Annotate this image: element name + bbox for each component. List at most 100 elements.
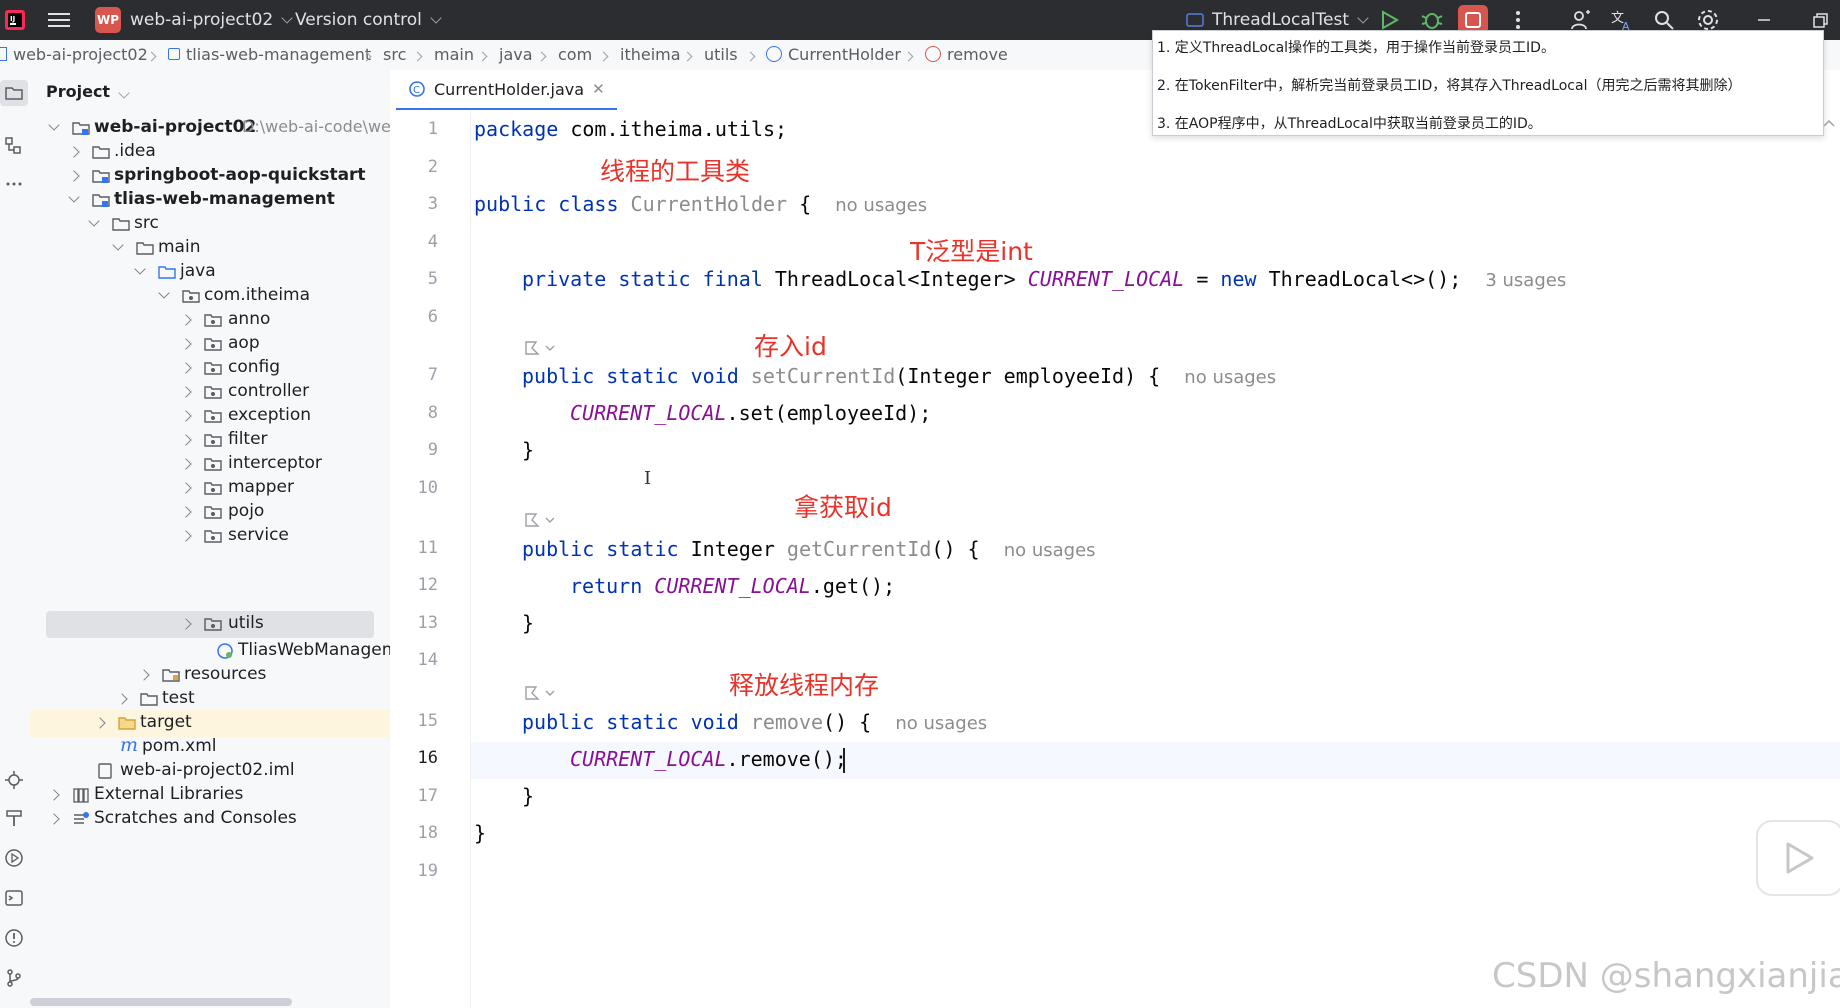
search-icon[interactable]	[1652, 8, 1676, 32]
breadcrumb-item-java[interactable]: java	[499, 45, 533, 64]
tree-item-controller[interactable]: controller	[30, 379, 390, 406]
breadcrumb-item-main[interactable]: main	[434, 45, 474, 64]
settings-gear-icon[interactable]	[1696, 8, 1720, 32]
horizontal-scrollbar[interactable]	[30, 998, 292, 1006]
tree-item-pom-xml[interactable]: m pom.xml	[30, 734, 390, 761]
expand-arrow-icon[interactable]	[180, 314, 192, 326]
expand-arrow-icon[interactable]	[180, 530, 192, 542]
tree-item-filter[interactable]: filter	[30, 427, 390, 454]
more-actions-icon[interactable]	[1506, 8, 1530, 32]
tree-item-interceptor[interactable]: interceptor	[30, 451, 390, 478]
breadcrumb-item-src[interactable]: src	[383, 45, 406, 64]
tree-item-aop[interactable]: aop	[30, 331, 390, 358]
run-icon[interactable]	[1377, 8, 1401, 32]
terminal-icon[interactable]	[4, 888, 24, 908]
tree-item-exception[interactable]: exception	[30, 403, 390, 430]
expand-arrow-icon[interactable]	[68, 191, 80, 203]
debug-icon[interactable]	[1420, 8, 1444, 32]
tree-item-scratches[interactable]: Scratches and Consoles	[30, 806, 390, 833]
project-panel-title[interactable]: Project	[46, 82, 130, 101]
tree-item-springboot-aop-quickstart[interactable]: springboot-aop-quickstart	[30, 163, 390, 190]
services-icon[interactable]	[4, 770, 24, 790]
expand-arrow-icon[interactable]	[116, 693, 128, 705]
expand-arrow-icon[interactable]	[134, 263, 146, 275]
usages-hint[interactable]: no usages	[895, 713, 987, 734]
breadcrumb-item-itheima[interactable]: itheima	[620, 45, 681, 64]
breadcrumb-item-module[interactable]: tlias-web-management	[168, 45, 371, 64]
breadcrumb-item-project[interactable]: web-ai-project02	[0, 45, 148, 64]
tree-item-resources[interactable]: resources	[30, 662, 390, 689]
tree-item-utils[interactable]: utils	[46, 611, 374, 638]
problems-icon[interactable]	[4, 928, 24, 948]
project-tool-button[interactable]	[0, 80, 28, 106]
tree-item-tlias-web-management-application[interactable]: TliasWebManageme	[30, 638, 390, 665]
chevron-up-icon[interactable]	[1822, 118, 1836, 128]
expand-arrow-icon[interactable]	[180, 506, 192, 518]
tree-item-target[interactable]: target	[30, 710, 390, 737]
expand-arrow-icon[interactable]	[138, 669, 150, 681]
tree-item-src[interactable]: src	[30, 211, 390, 238]
version-control-menu[interactable]: Version control	[295, 0, 442, 40]
tab-current-holder[interactable]: C CurrentHolder.java ✕	[396, 70, 617, 111]
git-branch-icon[interactable]	[4, 968, 24, 988]
floating-play-button[interactable]	[1756, 820, 1840, 896]
ai-actions-icon[interactable]	[522, 510, 558, 530]
breadcrumb-item-class[interactable]: CurrentHolder	[766, 45, 901, 64]
tree-item-pojo[interactable]: pojo	[30, 499, 390, 526]
tree-item-iml[interactable]: web-ai-project02.iml	[30, 758, 390, 785]
expand-arrow-icon[interactable]	[180, 338, 192, 350]
tree-item-web-ai-project02[interactable]: web-ai-project02 D:\web-ai-code\we	[30, 115, 390, 142]
structure-icon[interactable]	[4, 136, 24, 156]
tree-item-com-itheima[interactable]: com.itheima	[30, 283, 390, 310]
expand-arrow-icon[interactable]	[48, 119, 60, 131]
expand-arrow-icon[interactable]	[68, 146, 80, 158]
tree-item-mapper[interactable]: mapper	[30, 475, 390, 502]
usages-hint[interactable]: no usages	[1184, 367, 1276, 388]
run-tool-icon[interactable]	[4, 848, 24, 868]
restore-window-icon[interactable]	[1808, 8, 1832, 32]
tree-item-anno[interactable]: anno	[30, 307, 390, 334]
expand-arrow-icon[interactable]	[180, 458, 192, 470]
ai-actions-icon[interactable]	[522, 338, 558, 358]
test-config-icon	[1186, 13, 1204, 27]
minimize-icon[interactable]	[1752, 8, 1776, 32]
usages-hint[interactable]: no usages	[835, 195, 927, 216]
usages-hint[interactable]: 3 usages	[1485, 270, 1566, 291]
folder-icon	[5, 87, 23, 100]
expand-arrow-icon[interactable]	[180, 362, 192, 374]
expand-arrow-icon[interactable]	[180, 410, 192, 422]
usages-hint[interactable]: no usages	[1004, 540, 1096, 561]
ai-actions-icon[interactable]	[522, 683, 558, 703]
expand-arrow-icon[interactable]	[180, 482, 192, 494]
expand-arrow-icon[interactable]	[68, 170, 80, 182]
expand-arrow-icon[interactable]	[158, 287, 170, 299]
more-tools-icon[interactable]	[4, 174, 24, 194]
tree-item-java[interactable]: java	[30, 259, 390, 286]
expand-arrow-icon[interactable]	[48, 789, 60, 801]
expand-arrow-icon[interactable]	[94, 717, 106, 729]
close-icon[interactable]: ✕	[592, 80, 605, 98]
tree-item-external-libraries[interactable]: External Libraries	[30, 782, 390, 809]
expand-arrow-icon[interactable]	[180, 434, 192, 446]
project-switcher[interactable]: WP web-ai-project02	[95, 0, 293, 40]
breadcrumb-item-method[interactable]: remove	[925, 45, 1008, 64]
expand-arrow-icon[interactable]	[48, 813, 60, 825]
expand-arrow-icon[interactable]	[88, 215, 100, 227]
intellij-logo-icon[interactable]: IJ	[4, 0, 26, 40]
tree-item-idea[interactable]: .idea	[30, 139, 390, 166]
tree-item-test[interactable]: test	[30, 686, 390, 713]
expand-arrow-icon[interactable]	[180, 386, 192, 398]
build-hammer-icon[interactable]	[4, 808, 24, 828]
breadcrumb-item-utils[interactable]: utils	[704, 45, 738, 64]
main-menu-icon[interactable]	[48, 0, 70, 40]
expand-arrow-icon[interactable]	[180, 618, 192, 630]
tree-item-service[interactable]: service	[30, 523, 390, 550]
tree-item-tlias-web-management[interactable]: tlias-web-management	[30, 187, 390, 214]
breadcrumb-item-com[interactable]: com	[558, 45, 592, 64]
code-with-me-icon[interactable]	[1568, 8, 1592, 32]
translate-icon[interactable]: 文A	[1610, 8, 1634, 32]
expand-arrow-icon[interactable]	[112, 239, 124, 251]
excluded-folder-icon	[118, 717, 136, 730]
tree-item-config[interactable]: config	[30, 355, 390, 382]
tree-item-main[interactable]: main	[30, 235, 390, 262]
